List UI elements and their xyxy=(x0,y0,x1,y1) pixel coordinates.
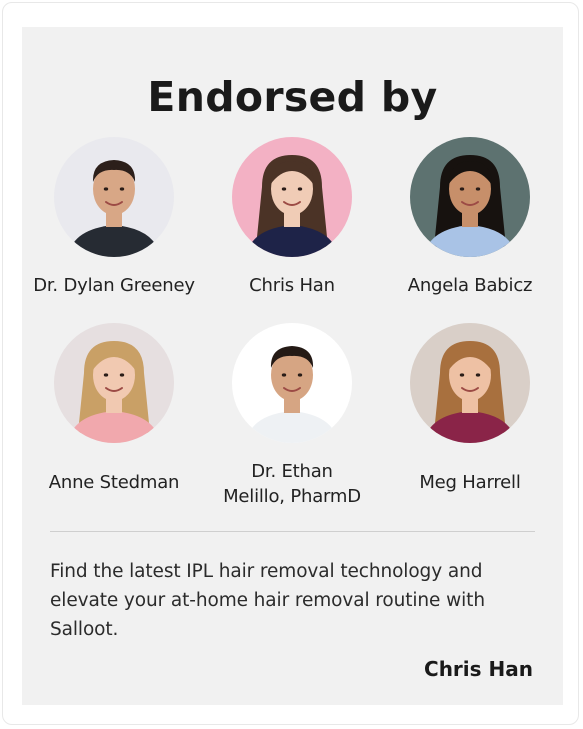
endorser-name: Dr. Ethan Melillo, PharmD xyxy=(202,459,382,509)
endorser-item: Dr. Dylan Greeney xyxy=(24,137,204,298)
endorser-item: Angela Babicz xyxy=(380,137,560,298)
endorser-avatar xyxy=(54,323,174,443)
portrait-eye-right xyxy=(475,187,481,191)
portrait-eye-left xyxy=(459,187,465,191)
endorser-item: Anne Stedman xyxy=(24,323,204,495)
endorser-item: Chris Han xyxy=(202,137,382,298)
endorser-name: Dr. Dylan Greeney xyxy=(33,275,195,296)
endorsement-card: Endorsed by Dr. Dylan Greeney Chris Han … xyxy=(22,27,563,705)
endorsement-quote: Find the latest IPL hair removal technol… xyxy=(50,561,485,640)
endorser-name: Chris Han xyxy=(249,275,335,296)
endorser-item: Dr. Ethan Melillo, PharmD xyxy=(202,323,382,509)
divider xyxy=(50,531,535,532)
endorser-name-line1: Dr. Ethan xyxy=(251,461,333,482)
endorser-name-line2: Melillo, PharmD xyxy=(223,486,361,507)
portrait-photo xyxy=(232,323,352,443)
portrait-eye-left xyxy=(281,373,287,377)
portrait-eye-right xyxy=(297,187,303,191)
portrait-eye-left xyxy=(103,187,109,191)
endorser-avatar xyxy=(232,323,352,443)
portrait-eye-left xyxy=(103,373,109,377)
portrait-photo xyxy=(232,137,352,257)
portrait-photo xyxy=(410,137,530,257)
portrait-eye-right xyxy=(297,373,303,377)
endorser-name: Anne Stedman xyxy=(48,472,180,493)
portrait-eye-right xyxy=(475,373,481,377)
quote-author: Chris Han xyxy=(424,657,533,681)
portrait-eye-left xyxy=(459,373,465,377)
endorser-item: Meg Harrell xyxy=(380,323,560,495)
endorser-avatar xyxy=(54,137,174,257)
portrait-eye-right xyxy=(119,187,125,191)
endorser-avatar xyxy=(232,137,352,257)
portrait-photo xyxy=(54,323,174,443)
endorsement-heading: Endorsed by xyxy=(147,73,438,121)
portrait-photo xyxy=(410,323,530,443)
portrait-eye-left xyxy=(281,187,287,191)
portrait-photo xyxy=(54,137,174,257)
endorser-name: Angela Babicz xyxy=(407,275,533,296)
endorser-grid: Dr. Dylan Greeney Chris Han Angela Babic… xyxy=(22,137,563,527)
endorser-name: Meg Harrell xyxy=(419,472,521,493)
portrait-eye-right xyxy=(119,373,125,377)
endorser-avatar xyxy=(410,137,530,257)
endorser-avatar xyxy=(410,323,530,443)
